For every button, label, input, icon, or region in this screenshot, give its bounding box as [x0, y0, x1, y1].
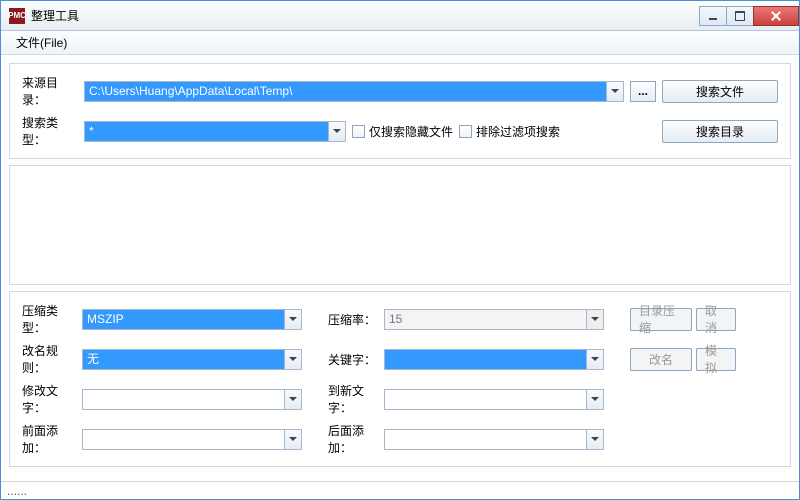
cancel-button[interactable]: 取消: [696, 308, 736, 331]
search-files-button[interactable]: 搜索文件: [662, 80, 778, 103]
checkbox-icon: [459, 125, 472, 138]
keyword-label: 关键字：: [328, 351, 380, 368]
menu-bar: 文件(File): [1, 31, 799, 55]
modify-text-combo[interactable]: [82, 389, 302, 410]
results-panel[interactable]: [9, 165, 791, 285]
source-dir-combo[interactable]: C:\Users\Huang\AppData\Local\Temp\: [84, 81, 624, 102]
suffix-label: 后面添加：: [328, 422, 380, 456]
prefix-combo[interactable]: [82, 429, 302, 450]
chevron-down-icon[interactable]: [284, 350, 301, 369]
only-hidden-checkbox[interactable]: 仅搜索隐藏文件: [352, 123, 453, 140]
dir-compress-button[interactable]: 目录压缩: [630, 308, 692, 331]
simulate-button[interactable]: 模拟: [696, 348, 736, 371]
client-area: 来源目录： C:\Users\Huang\AppData\Local\Temp\…: [1, 55, 799, 481]
chevron-down-icon[interactable]: [328, 122, 345, 141]
status-bar: ......: [1, 481, 799, 499]
to-new-text-input[interactable]: [384, 389, 604, 410]
chevron-down-icon[interactable]: [586, 390, 603, 409]
search-type-combo[interactable]: *: [84, 121, 346, 142]
search-type-label: 搜索类型：: [22, 114, 78, 148]
actions-panel: 压缩类型： MSZIP 压缩率： 15 目录压缩 取消 改名规则： 无: [9, 291, 791, 467]
search-dirs-button[interactable]: 搜索目录: [662, 120, 778, 143]
prefix-input[interactable]: [82, 429, 302, 450]
chevron-down-icon[interactable]: [606, 82, 623, 101]
compress-type-value[interactable]: MSZIP: [82, 309, 302, 330]
exclude-filter-checkbox[interactable]: 排除过滤项搜索: [459, 123, 560, 140]
modify-text-label: 修改文字：: [22, 382, 78, 416]
search-panel: 来源目录： C:\Users\Huang\AppData\Local\Temp\…: [9, 63, 791, 159]
keyword-combo[interactable]: [384, 349, 604, 370]
prefix-label: 前面添加：: [22, 422, 78, 456]
chevron-down-icon[interactable]: [586, 350, 603, 369]
suffix-combo[interactable]: [384, 429, 604, 450]
minimize-button[interactable]: [699, 6, 727, 26]
compress-type-label: 压缩类型：: [22, 302, 78, 336]
rename-rule-combo[interactable]: 无: [82, 349, 302, 370]
chevron-down-icon[interactable]: [284, 430, 301, 449]
compress-rate-combo: 15: [384, 309, 604, 330]
compress-type-combo[interactable]: MSZIP: [82, 309, 302, 330]
search-type-value[interactable]: *: [84, 121, 346, 142]
browse-button[interactable]: ...: [630, 81, 656, 102]
rename-rule-label: 改名规则：: [22, 342, 78, 376]
chevron-down-icon: [586, 310, 603, 329]
exclude-filter-label: 排除过滤项搜索: [476, 123, 560, 140]
maximize-button[interactable]: [726, 6, 754, 26]
compress-rate-label: 压缩率：: [328, 311, 380, 328]
title-bar[interactable]: PMC 整理工具: [1, 1, 799, 31]
chevron-down-icon[interactable]: [284, 390, 301, 409]
chevron-down-icon[interactable]: [586, 430, 603, 449]
to-new-text-label: 到新文字：: [328, 382, 380, 416]
app-window: PMC 整理工具 文件(File) 来源目录： C:\Users\Huang\A…: [0, 0, 800, 500]
rename-button[interactable]: 改名: [630, 348, 692, 371]
window-controls: [700, 6, 799, 26]
modify-text-input[interactable]: [82, 389, 302, 410]
source-dir-value[interactable]: C:\Users\Huang\AppData\Local\Temp\: [84, 81, 624, 102]
compress-rate-value: 15: [384, 309, 604, 330]
rename-rule-value[interactable]: 无: [82, 349, 302, 370]
close-button[interactable]: [753, 6, 799, 26]
keyword-input[interactable]: [384, 349, 604, 370]
source-dir-label: 来源目录：: [22, 74, 78, 108]
to-new-text-combo[interactable]: [384, 389, 604, 410]
app-icon: PMC: [9, 8, 25, 24]
status-text: ......: [7, 484, 27, 498]
suffix-input[interactable]: [384, 429, 604, 450]
window-title: 整理工具: [31, 7, 700, 24]
menu-file[interactable]: 文件(File): [7, 30, 76, 55]
chevron-down-icon[interactable]: [284, 310, 301, 329]
only-hidden-label: 仅搜索隐藏文件: [369, 123, 453, 140]
checkbox-icon: [352, 125, 365, 138]
